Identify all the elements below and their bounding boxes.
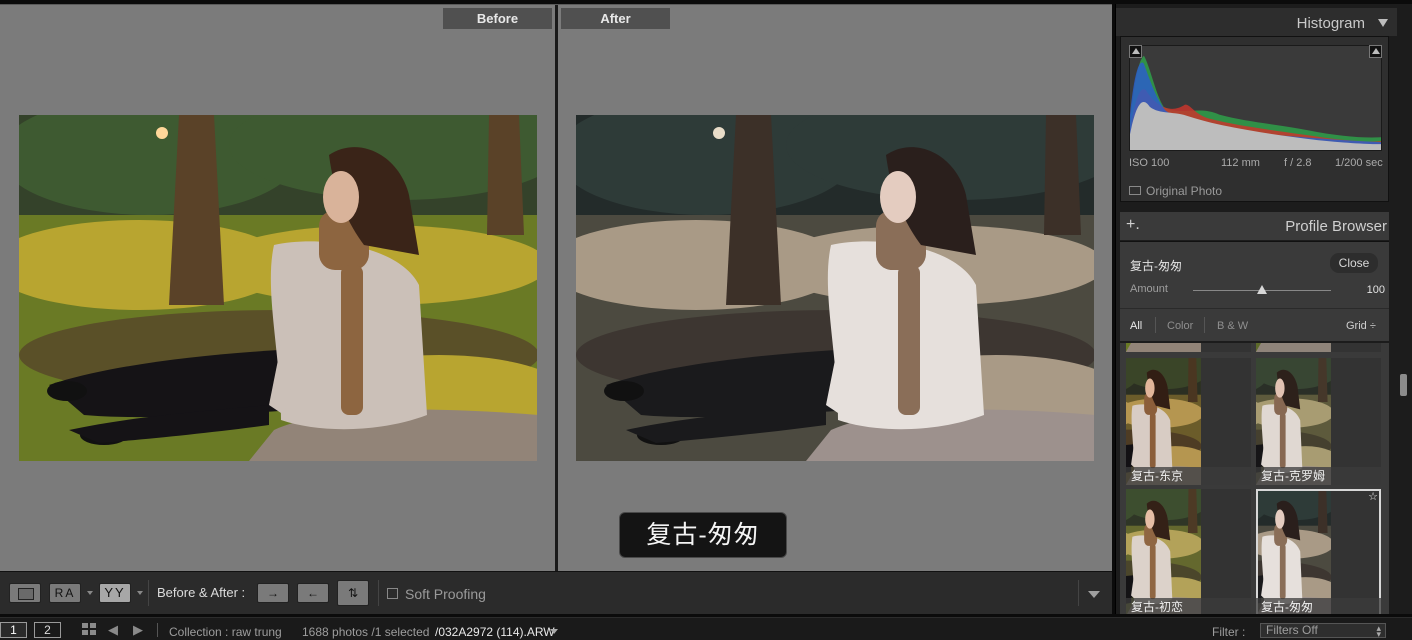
- before-after-compare-view: Before After 复古-匆匆: [0, 4, 1112, 572]
- swap-before-after-button[interactable]: ⇅: [337, 580, 369, 606]
- chevron-down-icon[interactable]: [87, 591, 93, 595]
- profile-thumbnail-first-love[interactable]: 复古-初恋: [1126, 489, 1251, 614]
- filter-color-tab[interactable]: Color: [1167, 320, 1193, 332]
- grid-view-icon[interactable]: [82, 623, 98, 637]
- profile-thumbnail-congcong[interactable]: ☆ 复古-匆匆: [1256, 489, 1381, 614]
- profile-thumbnail[interactable]: [1126, 343, 1251, 352]
- add-profile-icon[interactable]: +.: [1126, 216, 1140, 234]
- filter-select-value: Filters Off: [1266, 623, 1318, 637]
- profile-thumbnail-chrome[interactable]: 复古-克罗姆: [1256, 358, 1381, 485]
- file-name[interactable]: /032A2972 (114).ARW: [435, 625, 555, 639]
- before-after-side-by-side-button[interactable]: RA: [49, 583, 81, 603]
- profile-thumbnail[interactable]: [1256, 343, 1381, 352]
- toolbar-divider: [1078, 580, 1079, 606]
- amount-value[interactable]: 100: [1360, 284, 1385, 296]
- soft-proofing-label[interactable]: Soft Proofing: [405, 586, 486, 602]
- back-arrow-icon[interactable]: ◀: [108, 622, 118, 638]
- filmstrip-status-bar: 1 2 ◀ ▶ Collection : raw trung 1688 phot…: [0, 617, 1412, 640]
- loupe-view-button[interactable]: [9, 583, 41, 603]
- before-photo: [19, 115, 537, 461]
- before-after-split-button[interactable]: YY: [99, 583, 131, 603]
- histogram-panel: ISO 100 112 mm f / 2.8 1/200 sec Origina…: [1120, 36, 1389, 202]
- close-profile-browser-button[interactable]: Close: [1330, 253, 1378, 273]
- profile-browser-header: +. Profile Browser: [1120, 212, 1389, 240]
- histogram-graph[interactable]: [1129, 45, 1382, 151]
- toolbar: RA YY Before & After : → ← ⇅ Soft Proofi…: [0, 571, 1112, 614]
- profile-browser-divider: [1120, 308, 1389, 309]
- toolbar-menu-icon[interactable]: [1088, 591, 1100, 598]
- after-photo: [576, 115, 1094, 461]
- panel-scrollbar[interactable]: [1397, 4, 1412, 614]
- profile-browser-title: Profile Browser: [1285, 218, 1387, 235]
- chevron-down-icon[interactable]: [137, 591, 143, 595]
- filter-all-tab[interactable]: All: [1130, 320, 1142, 332]
- original-photo-checkbox[interactable]: [1129, 186, 1141, 195]
- amount-label: Amount: [1130, 283, 1168, 295]
- histogram-focal-length: 112 mm: [1221, 157, 1260, 169]
- filter-select[interactable]: Filters Off ▴ ▾: [1260, 623, 1386, 639]
- before-label: Before: [443, 8, 552, 29]
- status-divider: [157, 623, 158, 637]
- before-after-label: Before & After :: [157, 585, 246, 600]
- filter-bw-tab[interactable]: B & W: [1217, 320, 1248, 332]
- collapse-triangle-icon[interactable]: [1378, 19, 1388, 27]
- histogram-iso: ISO 100: [1129, 157, 1170, 169]
- shadow-clipping-indicator[interactable]: [1129, 45, 1142, 58]
- histogram-title: Histogram: [1296, 15, 1365, 32]
- thumbnail-label: 复古-东京: [1126, 467, 1251, 485]
- thumbnail-label: 复古-匆匆: [1256, 598, 1381, 614]
- scrollbar-thumb[interactable]: [1400, 374, 1407, 396]
- selected-profile-name: 复古-匆匆: [1130, 259, 1182, 273]
- toolbar-divider: [378, 580, 379, 606]
- filter-label: Filter :: [1212, 625, 1246, 639]
- thumbnail-label: 复古-克罗姆: [1256, 467, 1381, 485]
- histogram-shutter-speed: 1/200 sec: [1335, 157, 1383, 169]
- amount-slider-thumb[interactable]: [1257, 285, 1267, 294]
- after-pane[interactable]: After: [558, 5, 1112, 572]
- histogram-curves: [1130, 55, 1381, 150]
- filter-divider: [1204, 317, 1205, 333]
- chevron-updown-icon: ▴ ▾: [1376, 623, 1381, 639]
- after-label: After: [561, 8, 670, 29]
- photo-count: 1688 photos /1 selected: [302, 625, 430, 639]
- toolbar-divider: [148, 580, 149, 606]
- filter-divider: [1155, 317, 1156, 333]
- primary-window-button[interactable]: 1: [0, 622, 27, 638]
- histogram-aperture: f / 2.8: [1284, 157, 1312, 169]
- chevron-down-icon[interactable]: [550, 629, 558, 634]
- right-panel: Histogram ISO 100 112 mm f / 2.8 1/200 s…: [1115, 4, 1398, 614]
- original-photo-label[interactable]: Original Photo: [1146, 184, 1222, 198]
- view-mode-select[interactable]: Grid ÷: [1346, 320, 1376, 332]
- profile-thumbnail-grid: 复古-东京 复古-克罗姆 复古-初恋 ☆ 复古-匆匆: [1120, 343, 1389, 614]
- forward-arrow-icon[interactable]: ▶: [133, 622, 143, 638]
- secondary-window-button[interactable]: 2: [34, 622, 61, 638]
- thumbnail-label: 复古-初恋: [1126, 598, 1251, 614]
- favorite-star-icon[interactable]: ☆: [1368, 492, 1378, 503]
- highlight-clipping-indicator[interactable]: [1369, 45, 1382, 58]
- profile-browser-controls: 复古-匆匆 Close Amount 100 All Color B & W G…: [1120, 241, 1389, 341]
- collection-label[interactable]: Collection : raw trung: [169, 625, 282, 639]
- preset-name-toast: 复古-匆匆: [619, 512, 787, 558]
- histogram-header[interactable]: Histogram: [1116, 8, 1398, 36]
- before-pane[interactable]: Before: [0, 5, 555, 572]
- soft-proofing-checkbox[interactable]: [387, 588, 398, 599]
- profile-thumbnail-tokyo[interactable]: 复古-东京: [1126, 358, 1251, 485]
- copy-before-to-after-button[interactable]: →: [257, 583, 289, 603]
- copy-after-to-before-button[interactable]: ←: [297, 583, 329, 603]
- lightroom-window: Before After 复古-匆匆 RA YY Before & After …: [0, 0, 1412, 640]
